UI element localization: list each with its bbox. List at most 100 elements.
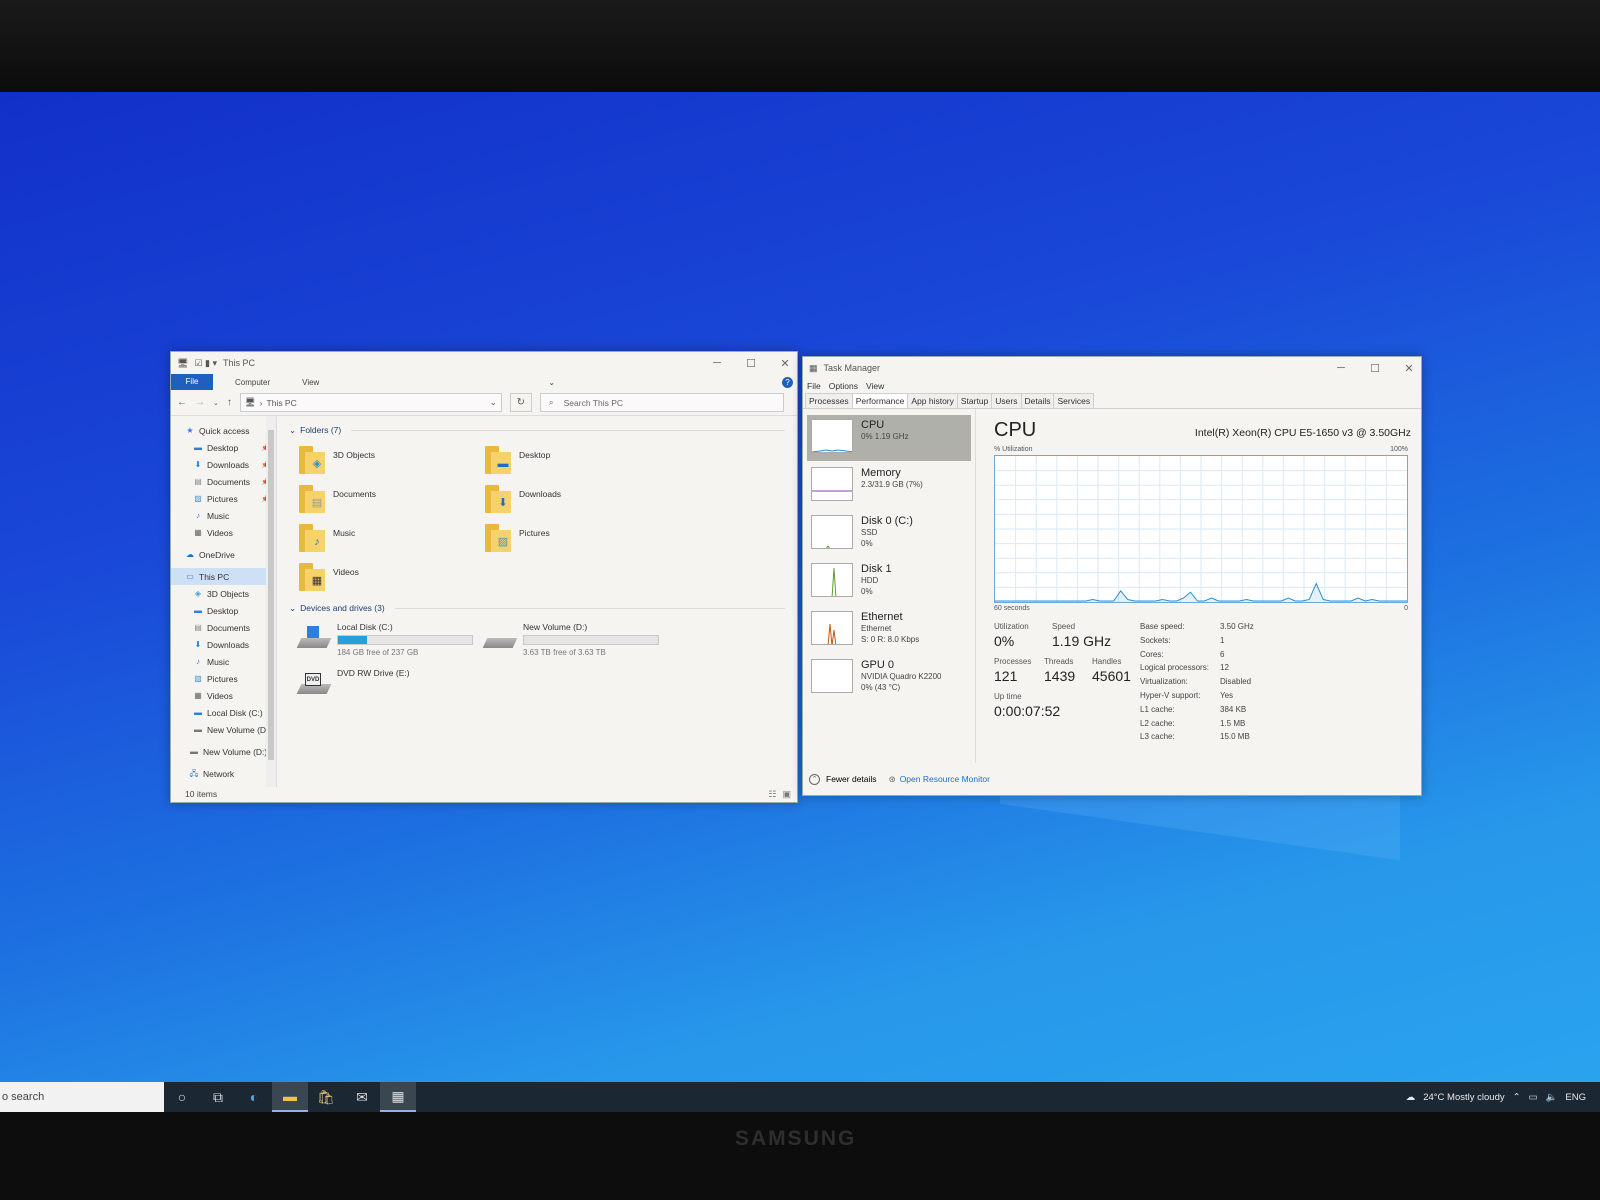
nav-item-pictures[interactable]: ▨ Pictures bbox=[171, 670, 276, 687]
store-icon[interactable]: 🛍 bbox=[308, 1082, 344, 1112]
nav-item-desktop[interactable]: ▬Desktop📌 bbox=[171, 439, 276, 456]
folder-downloads[interactable]: ⬇ Downloads bbox=[485, 481, 671, 520]
menu-view[interactable]: View bbox=[866, 381, 884, 391]
file-explorer-window[interactable]: 🖥 ☑ ▮ ▾ This PC ─ ☐ ✕ File Computer View… bbox=[170, 351, 798, 803]
large-icons-view-icon[interactable]: ▣ bbox=[782, 789, 791, 800]
open-resource-monitor-link[interactable]: ⊛ Open Resource Monitor bbox=[889, 774, 990, 785]
nav-item-documents[interactable]: ▤ Documents bbox=[171, 619, 276, 636]
folder-documents[interactable]: ▤ Documents bbox=[299, 481, 485, 520]
task-view-icon[interactable]: ⧉ bbox=[200, 1082, 236, 1112]
nav-item-videos[interactable]: ▦ Videos bbox=[171, 687, 276, 704]
drive-item[interactable]: New Volume (D:) 3.63 TB free of 3.63 TB bbox=[482, 622, 671, 668]
close-icon[interactable]: ✕ bbox=[779, 357, 791, 370]
mail-icon[interactable]: ✉ bbox=[344, 1082, 380, 1112]
file-explorer-taskbar-icon[interactable]: ▬ bbox=[272, 1082, 308, 1112]
nav-item-local-disk-c-[interactable]: ▬ Local Disk (C:) bbox=[171, 704, 276, 721]
nav-item-downloads[interactable]: ⬇Downloads📌 bbox=[171, 456, 276, 473]
drives-group-header[interactable]: ⌄ Devices and drives (3) bbox=[289, 600, 785, 616]
details-view-icon[interactable]: ☷ bbox=[768, 789, 776, 800]
nav-item-documents[interactable]: ▤Documents📌 bbox=[171, 473, 276, 490]
navigation-pane[interactable]: ★ Quick access ▬Desktop📌⬇Downloads📌▤Docu… bbox=[171, 416, 277, 787]
up-arrow-icon[interactable]: ↑ bbox=[227, 397, 232, 408]
nav-network[interactable]: 🖧 Network bbox=[171, 765, 276, 782]
folder-desktop[interactable]: ▬ Desktop bbox=[485, 442, 671, 481]
nav-this-pc[interactable]: ▭ This PC bbox=[171, 568, 276, 585]
weather-widget[interactable]: 24°C Mostly cloudy bbox=[1423, 1092, 1504, 1103]
breadcrumb[interactable]: This PC bbox=[267, 398, 297, 408]
tab-app-history[interactable]: App history bbox=[907, 393, 958, 408]
volume-icon[interactable]: 🔈 bbox=[1546, 1092, 1558, 1103]
cortana-icon[interactable]: ○ bbox=[164, 1082, 200, 1112]
scrollbar-thumb[interactable] bbox=[268, 430, 274, 760]
cpu-utilization-graph[interactable] bbox=[994, 455, 1408, 603]
folder-3d-objects[interactable]: ◈ 3D Objects bbox=[299, 442, 485, 481]
expand-ribbon-icon[interactable]: ⌄ bbox=[548, 378, 555, 387]
tab-processes[interactable]: Processes bbox=[805, 393, 853, 408]
drive-item[interactable]: Local Disk (C:) 184 GB free of 237 GB bbox=[296, 622, 485, 668]
folder-music[interactable]: ♪ Music bbox=[299, 520, 485, 559]
resource-ethernet[interactable]: Ethernet Ethernet S: 0 R: 8.0 Kbps bbox=[807, 607, 971, 653]
address-bar[interactable]: 🖥 › This PC ⌄ bbox=[239, 393, 502, 412]
edge-icon[interactable]: ◐ bbox=[236, 1082, 272, 1112]
nav-onedrive[interactable]: ☁ OneDrive bbox=[171, 546, 276, 563]
nav-item-3d-objects[interactable]: ◈ 3D Objects bbox=[171, 585, 276, 602]
tab-details[interactable]: Details bbox=[1020, 393, 1055, 408]
back-arrow-icon[interactable]: ← bbox=[177, 397, 187, 408]
resource-disk-0-c-[interactable]: Disk 0 (C:) SSD 0% bbox=[807, 511, 971, 557]
address-dropdown-icon[interactable]: ⌄ bbox=[490, 397, 497, 408]
minimize-icon[interactable]: ─ bbox=[711, 357, 723, 370]
folders-group-header[interactable]: ⌄ Folders (7) bbox=[289, 422, 785, 438]
spec-label: L2 cache: bbox=[1140, 718, 1175, 728]
language-indicator[interactable]: ENG bbox=[1565, 1092, 1586, 1103]
resource-memory[interactable]: Memory 2.3/31.9 GB (7%) bbox=[807, 463, 971, 509]
maximize-icon[interactable]: ☐ bbox=[745, 357, 757, 370]
speed-value: 1.19 GHz bbox=[1052, 633, 1112, 649]
resource-detail: 0% (43 °C) bbox=[861, 683, 901, 692]
tab-users[interactable]: Users bbox=[991, 393, 1022, 408]
tab-services[interactable]: Services bbox=[1053, 393, 1095, 408]
network-tray-icon[interactable]: ▭ bbox=[1529, 1092, 1538, 1103]
menu-options[interactable]: Options bbox=[829, 381, 858, 391]
taskbar-search-box[interactable]: o search bbox=[0, 1082, 164, 1112]
nav-item-music[interactable]: ♪ Music bbox=[171, 653, 276, 670]
nav-item-videos[interactable]: ▦ Videos bbox=[171, 524, 276, 541]
ribbon-tab-file[interactable]: File bbox=[171, 374, 213, 390]
nav-item-music[interactable]: ♪ Music bbox=[171, 507, 276, 524]
tab-startup[interactable]: Startup bbox=[956, 393, 993, 408]
help-icon[interactable]: ? bbox=[782, 376, 793, 388]
tab-performance[interactable]: Performance bbox=[851, 393, 909, 408]
fewer-details-button[interactable]: ⌃ Fewer details bbox=[809, 773, 877, 785]
nav-quick-access[interactable]: ★ Quick access bbox=[171, 422, 276, 439]
nav-item-desktop[interactable]: ▬ Desktop bbox=[171, 602, 276, 619]
ribbon-tab-view[interactable]: View bbox=[302, 378, 319, 387]
nav-new-volume[interactable]: ▬ New Volume (D:) bbox=[171, 743, 276, 760]
task-manager-taskbar-icon[interactable]: ▦ bbox=[380, 1082, 416, 1112]
explorer-titlebar[interactable]: 🖥 ☑ ▮ ▾ This PC ─ ☐ ✕ bbox=[171, 352, 797, 374]
nav-item-pictures[interactable]: ▨Pictures📌 bbox=[171, 490, 276, 507]
nav-item-new-volume-d-[interactable]: ▬ New Volume (D:) bbox=[171, 721, 276, 738]
show-hidden-icons-icon[interactable]: ⌃ bbox=[1513, 1092, 1521, 1103]
recent-locations-icon[interactable]: ⌄ bbox=[213, 399, 219, 407]
resource-disk-1[interactable]: Disk 1 HDD 0% bbox=[807, 559, 971, 605]
drive-item[interactable]: DVD DVD RW Drive (E:) bbox=[296, 668, 485, 714]
resource-cpu[interactable]: CPU 0% 1.19 GHz bbox=[807, 415, 971, 461]
close-icon[interactable]: ✕ bbox=[1403, 362, 1415, 375]
resource-list[interactable]: CPU 0% 1.19 GHz Memory 2.3/31.9 GB (7%) Disk… bbox=[803, 409, 976, 763]
minimize-icon[interactable]: ─ bbox=[1335, 362, 1347, 375]
search-input[interactable]: ⌕ Search This PC bbox=[539, 393, 784, 412]
menu-file[interactable]: File bbox=[807, 381, 821, 391]
folder-pictures[interactable]: ▨ Pictures bbox=[485, 520, 671, 559]
resource-gpu-0[interactable]: GPU 0 NVIDIA Quadro K2200 0% (43 °C) bbox=[807, 655, 971, 701]
ribbon-tab-computer[interactable]: Computer bbox=[235, 378, 270, 387]
taskmgr-titlebar[interactable]: ▦ Task Manager ─ ☐ ✕ bbox=[803, 357, 1421, 379]
maximize-icon[interactable]: ☐ bbox=[1369, 362, 1381, 375]
forward-arrow-icon[interactable]: → bbox=[195, 397, 205, 408]
nav-item-downloads[interactable]: ⬇ Downloads bbox=[171, 636, 276, 653]
folder-videos[interactable]: ▦ Videos bbox=[299, 559, 485, 598]
monitor-bezel-top bbox=[0, 0, 1600, 92]
task-manager-window[interactable]: ▦ Task Manager ─ ☐ ✕ File Options View Pro… bbox=[802, 356, 1422, 796]
nav-scrollbar[interactable] bbox=[266, 416, 276, 787]
refresh-button[interactable]: ↻ bbox=[509, 393, 532, 412]
file-list[interactable]: ⌄ Folders (7) ◈ 3D Objects ▬ Desktop ▤ Docume… bbox=[277, 416, 797, 787]
quick-access-toolbar-icon[interactable]: ☑ ▮ ▾ bbox=[194, 358, 217, 369]
